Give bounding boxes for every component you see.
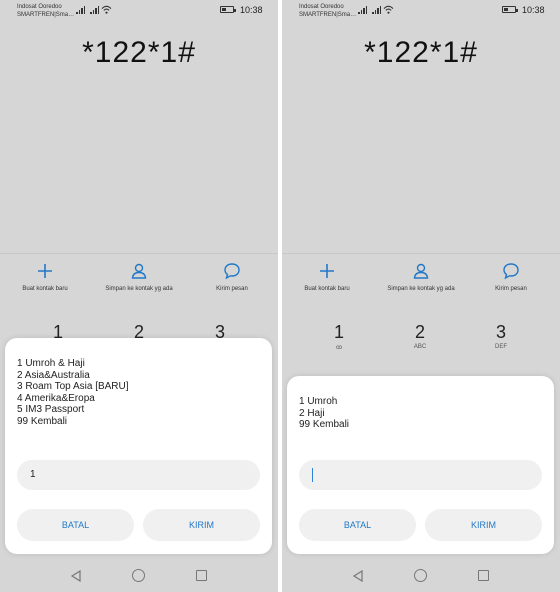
dialed-number: *122*1# <box>364 36 478 69</box>
dialpad-key-1[interactable]: 1ꝏ <box>319 322 359 351</box>
battery-icon <box>220 6 236 13</box>
create-contact-button[interactable]: Buat kontak baru <box>282 262 372 292</box>
menu-option: 2 Asia&Australia <box>17 369 90 381</box>
menu-option: 4 Amerika&Eropa <box>17 392 95 404</box>
menu-option: 1 Umroh <box>299 396 338 407</box>
recent-apps-icon[interactable] <box>196 570 207 581</box>
ussd-dialog: 1 Umroh 2 Haji 99 Kembali BATAL KIRIM <box>287 376 554 554</box>
key-digit: 3 <box>495 322 506 342</box>
home-icon[interactable] <box>132 569 145 582</box>
create-contact-button[interactable]: Buat kontak baru <box>0 262 90 292</box>
divider <box>282 253 560 254</box>
menu-option: 2 Haji <box>299 407 325 419</box>
signal-icon <box>90 6 99 14</box>
ussd-reply-input[interactable] <box>299 460 542 490</box>
carrier-secondary: SMARTFREN|Sma… <box>299 12 357 18</box>
signal-icon <box>358 6 367 14</box>
cancel-button[interactable]: BATAL <box>17 509 134 541</box>
menu-option: 99 Kembali <box>17 415 68 427</box>
signal-icon <box>372 6 381 14</box>
phone-screen-left: Indosat Ooredoo SMARTFREN|Sma… 10:38 *12… <box>0 0 278 592</box>
menu-option: 5 IM3 Passport <box>17 404 85 416</box>
carrier-info: Indosat Ooredoo SMARTFREN|Sma… <box>299 3 356 19</box>
send-message-label: Kirim pesan <box>216 286 248 292</box>
carrier-secondary: SMARTFREN|Sma… <box>17 12 75 18</box>
key-digit: 1 <box>333 322 344 342</box>
input-value: 1 <box>30 469 36 480</box>
clock: 10:38 <box>240 5 263 15</box>
create-contact-label: Buat kontak baru <box>22 286 68 292</box>
voicemail-icon: ꝏ <box>335 345 343 351</box>
save-to-contact-label: Simpan ke kontak yg ada <box>387 286 455 292</box>
send-message-button[interactable]: Kirim pesan <box>466 262 556 292</box>
message-icon <box>224 263 240 280</box>
key-digit: 2 <box>414 322 425 342</box>
cancel-button[interactable]: BATAL <box>299 509 416 541</box>
ussd-menu: 1 Umroh 2 Haji 99 Kembali <box>299 396 349 431</box>
dialpad-key-3[interactable]: 3 DEF <box>481 322 521 350</box>
navigation-bar <box>0 560 278 592</box>
menu-option: 3 Roam Top Asia [BARU] <box>17 381 129 393</box>
text-cursor <box>312 468 313 482</box>
ussd-reply-input[interactable]: 1 <box>17 460 260 490</box>
save-to-contact-label: Simpan ke kontak yg ada <box>105 286 173 292</box>
back-icon[interactable] <box>352 570 364 582</box>
dialpad-key-2[interactable]: 2 ABC <box>400 322 440 350</box>
status-bar: Indosat Ooredoo SMARTFREN|Sma… 10:38 <box>282 0 560 24</box>
divider <box>0 253 278 254</box>
plus-icon <box>38 264 52 278</box>
carrier-primary: Indosat Ooredoo <box>17 4 62 10</box>
status-bar: Indosat Ooredoo SMARTFREN|Sma… 10:38 <box>0 0 278 24</box>
send-message-label: Kirim pesan <box>495 286 527 292</box>
battery-icon <box>502 6 518 13</box>
send-button[interactable]: KIRIM <box>143 509 260 541</box>
save-to-contact-button[interactable]: Simpan ke kontak yg ada <box>94 262 184 292</box>
dialed-number: *122*1# <box>82 36 196 69</box>
key-letters: ABC <box>413 344 427 350</box>
home-icon[interactable] <box>414 569 427 582</box>
send-button[interactable]: KIRIM <box>425 509 542 541</box>
menu-option: 99 Kembali <box>299 419 350 431</box>
person-icon <box>131 263 147 279</box>
save-to-contact-button[interactable]: Simpan ke kontak yg ada <box>376 262 466 292</box>
navigation-bar <box>282 560 560 592</box>
create-contact-label: Buat kontak baru <box>304 286 350 292</box>
phone-screen-right: Indosat Ooredoo SMARTFREN|Sma… 10:38 *12… <box>282 0 560 592</box>
wifi-icon <box>101 5 112 14</box>
send-message-button[interactable]: Kirim pesan <box>187 262 277 292</box>
wifi-icon <box>383 5 394 14</box>
back-icon[interactable] <box>70 570 82 582</box>
carrier-info: Indosat Ooredoo SMARTFREN|Sma… <box>17 3 74 19</box>
person-icon <box>413 263 429 279</box>
menu-option: 1 Umroh & Haji <box>17 358 85 369</box>
key-letters: DEF <box>495 344 507 350</box>
clock: 10:38 <box>522 5 545 15</box>
signal-icon <box>76 6 85 14</box>
recent-apps-icon[interactable] <box>478 570 489 581</box>
carrier-primary: Indosat Ooredoo <box>299 4 344 10</box>
ussd-dialog: 1 Umroh & Haji 2 Asia&Australia 3 Roam T… <box>5 338 272 554</box>
plus-icon <box>320 264 334 278</box>
message-icon <box>503 263 519 280</box>
ussd-menu: 1 Umroh & Haji 2 Asia&Australia 3 Roam T… <box>17 358 129 428</box>
